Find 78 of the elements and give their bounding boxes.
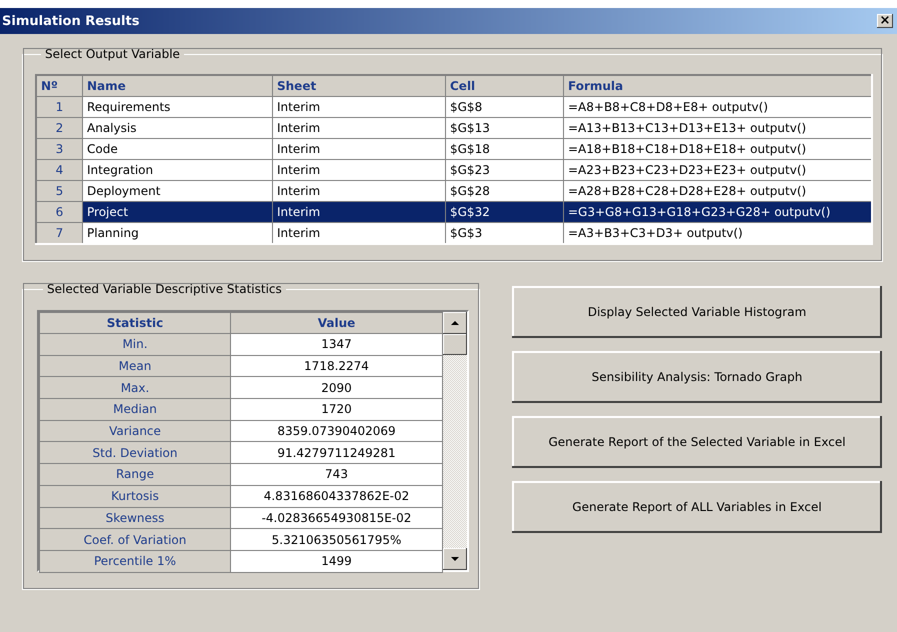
table-cell[interactable]: $G$8 [446, 96, 564, 118]
table-cell[interactable]: Requirements [82, 96, 272, 118]
row-number: 2 [36, 118, 82, 138]
table-cell[interactable]: $G$3 [446, 222, 564, 244]
statistic-name: Kurtosis [40, 485, 230, 507]
column-header[interactable]: Formula [564, 75, 872, 96]
table-cell: 1499 [230, 550, 442, 572]
statistic-name: Median [40, 398, 230, 420]
table-cell[interactable]: $G$18 [446, 138, 564, 160]
action-button[interactable]: Generate Report of ALL Variables in Excel [512, 481, 882, 533]
row-number: 7 [36, 222, 82, 244]
statistic-name: Std. Deviation [40, 442, 230, 464]
table-cell: 1347 [230, 334, 442, 356]
table-cell[interactable]: =A28+B28+C28+D28+E28+ outputv() [564, 180, 872, 202]
row-number: 4 [36, 160, 82, 180]
row-number: 3 [36, 138, 82, 160]
table-cell: 1718.2274 [230, 355, 442, 377]
table-cell[interactable]: =A3+B3+C3+D3+ outputv() [564, 222, 872, 244]
scroll-down-button[interactable] [443, 548, 467, 570]
column-header[interactable]: Nº [36, 75, 82, 96]
column-header[interactable]: Sheet [272, 75, 446, 96]
statistic-name: Max. [40, 376, 230, 399]
table-cell[interactable]: Interim [272, 96, 446, 118]
table-cell[interactable]: Interim [272, 222, 446, 244]
table-cell[interactable]: $G$13 [446, 118, 564, 138]
column-header[interactable]: Cell [446, 75, 564, 96]
table-cell[interactable]: Interim [272, 180, 446, 202]
table-cell: 8359.07390402069 [230, 420, 442, 442]
table-cell: 1720 [230, 398, 442, 420]
statistic-name: Coef. of Variation [40, 528, 230, 550]
table-cell: 2090 [230, 376, 442, 399]
row-number: 5 [36, 180, 82, 202]
table-cell: 91.4279711249281 [230, 442, 442, 464]
statistic-name: Min. [40, 334, 230, 356]
down-arrow-icon [451, 557, 459, 561]
row-number: 6 [36, 202, 82, 222]
table-cell[interactable]: Interim [272, 118, 446, 138]
table-cell[interactable]: $G$28 [446, 180, 564, 202]
action-button[interactable]: Sensibility Analysis: Tornado Graph [512, 351, 882, 403]
table-cell[interactable]: =A23+B23+C23+D23+E23+ outputv() [564, 160, 872, 180]
table-cell: -4.02836654930815E-02 [230, 507, 442, 529]
action-button[interactable]: Generate Report of the Selected Variable in Excel [512, 416, 882, 468]
statistic-name: Percentile 1% [40, 550, 230, 572]
table-cell[interactable]: Integration [82, 160, 272, 180]
row-number: 1 [36, 96, 82, 118]
scroll-up-button[interactable] [443, 312, 467, 334]
window-title: Simulation Results [2, 14, 140, 28]
action-button[interactable]: Display Selected Variable Histogram [512, 286, 882, 338]
statistic-name: Mean [40, 355, 230, 377]
group-title: Selected Variable Descriptive Statistics [46, 282, 283, 296]
table-cell[interactable]: =A18+B18+C18+D18+E18+ outputv() [564, 138, 872, 160]
statistic-name: Skewness [40, 507, 230, 529]
up-arrow-icon [451, 321, 459, 325]
table-cell[interactable]: Interim [272, 160, 446, 180]
table-cell: 743 [230, 464, 442, 486]
group-title: Select Output Variable [44, 47, 181, 61]
column-header: Statistic [40, 312, 230, 334]
table-cell[interactable]: Project [82, 202, 272, 222]
table-cell[interactable]: Deployment [82, 180, 272, 202]
table-cell[interactable]: $G$23 [446, 160, 564, 180]
table-cell[interactable]: =G3+G8+G13+G18+G23+G28+ outputv() [564, 202, 872, 222]
scrollbar[interactable] [443, 312, 467, 570]
table-cell[interactable]: Planning [82, 222, 272, 244]
table-cell[interactable]: =A13+B13+C13+D13+E13+ outputv() [564, 118, 872, 138]
column-header: Value [230, 312, 442, 334]
table-cell[interactable]: $G$32 [446, 202, 564, 222]
table-cell[interactable]: Interim [272, 202, 446, 222]
table-cell[interactable]: Code [82, 138, 272, 160]
table-cell[interactable]: Interim [272, 138, 446, 160]
scroll-thumb[interactable] [443, 334, 467, 355]
table-cell[interactable]: Analysis [82, 118, 272, 138]
close-button[interactable]: × [877, 14, 893, 28]
table-cell: 5.32106350561795% [230, 528, 442, 550]
table-cell[interactable]: =A8+B8+C8+D8+E8+ outputv() [564, 96, 872, 118]
table-cell: 4.83168604337862E-02 [230, 485, 442, 507]
column-header[interactable]: Name [82, 75, 272, 96]
statistic-name: Variance [40, 420, 230, 442]
statistic-name: Range [40, 464, 230, 486]
